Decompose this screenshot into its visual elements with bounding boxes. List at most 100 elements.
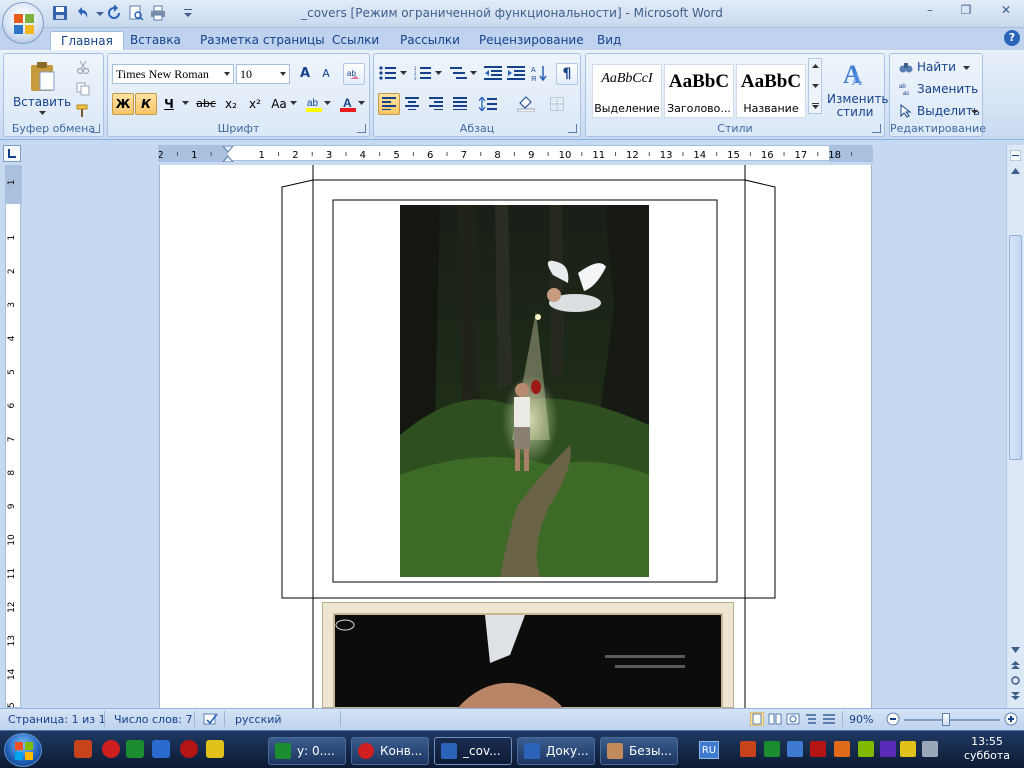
underline-dropdown-icon[interactable]	[182, 101, 189, 106]
taskbar-button-document[interactable]: Доку...	[517, 737, 595, 765]
sort-icon[interactable]: A Я	[531, 64, 549, 82]
shrink-font-button[interactable]: A	[317, 63, 335, 85]
format-painter-icon[interactable]	[76, 104, 90, 118]
next-page-icon[interactable]	[1011, 692, 1020, 700]
strikethrough-button[interactable]: abc	[194, 93, 218, 115]
media-center-icon[interactable]	[180, 740, 198, 758]
tab-view[interactable]: Вид	[587, 31, 631, 50]
styles-more-icon[interactable]	[812, 103, 819, 110]
decrease-indent-icon[interactable]	[484, 66, 502, 80]
tab-mailings[interactable]: Рассылки	[390, 31, 470, 50]
styles-scroll-down-icon[interactable]	[812, 84, 819, 89]
vertical-ruler[interactable]: 211234567891011121314151617	[5, 146, 22, 747]
bold-button[interactable]: Ж	[112, 93, 134, 115]
multilevel-list-icon[interactable]	[450, 66, 468, 80]
align-center-button[interactable]	[401, 93, 423, 115]
align-left-button[interactable]	[378, 93, 400, 115]
zoom-level[interactable]: 90%	[849, 713, 873, 726]
change-styles-button[interactable]: A A Изменить стили	[826, 56, 889, 120]
taskbar-button-covers-doc[interactable]: _cov...	[434, 737, 512, 765]
draft-view-icon[interactable]	[822, 712, 836, 726]
media-player-icon[interactable]	[152, 740, 170, 758]
highlight-button[interactable]: ab	[302, 93, 324, 115]
tray-icon[interactable]	[787, 741, 803, 757]
style-emphasis[interactable]: AaBbCcI Выделение	[592, 64, 662, 118]
ruler-toggle-icon[interactable]	[1010, 150, 1021, 161]
volume-icon[interactable]	[922, 741, 938, 757]
taskbar-button-untitled[interactable]: Безы...	[600, 737, 678, 765]
select-button[interactable]: Выделить	[894, 100, 980, 122]
start-button[interactable]	[4, 733, 42, 767]
tab-page-layout[interactable]: Разметка страницы	[190, 31, 335, 50]
select-browse-object-icon[interactable]	[1011, 676, 1020, 685]
clock[interactable]: 13:55 суббота	[952, 735, 1022, 763]
line-spacing-button[interactable]	[475, 93, 501, 115]
outline-view-icon[interactable]	[804, 712, 818, 726]
previous-page-icon[interactable]	[1011, 661, 1020, 669]
font-size-combo[interactable]: 10	[236, 64, 290, 84]
clear-formatting-button[interactable]: ab	[343, 63, 365, 85]
cut-icon[interactable]	[76, 60, 90, 74]
status-language[interactable]: русский	[235, 713, 282, 726]
close-button[interactable]: ✕	[993, 3, 1019, 21]
tray-icon[interactable]	[834, 741, 850, 757]
scroll-down-arrow-icon[interactable]	[1011, 647, 1020, 653]
change-case-button[interactable]: Aa	[268, 93, 290, 115]
font-color-button[interactable]: A	[336, 93, 358, 115]
find-button[interactable]: Найти	[894, 56, 980, 78]
game-app-icon[interactable]	[206, 740, 224, 758]
show-formatting-marks-button[interactable]: ¶	[556, 63, 578, 85]
document-area[interactable]	[22, 165, 1006, 708]
borders-button[interactable]	[546, 93, 576, 115]
font-dialog-launcher[interactable]	[357, 124, 366, 133]
scroll-up-arrow-icon[interactable]	[1011, 168, 1020, 174]
highlight-dropdown-icon[interactable]	[324, 101, 331, 106]
opera-icon[interactable]	[102, 740, 120, 758]
italic-button[interactable]: К	[135, 93, 157, 115]
clipboard-dialog-launcher[interactable]	[91, 124, 100, 133]
full-screen-reading-icon[interactable]	[768, 712, 782, 726]
bullets-icon[interactable]	[379, 66, 397, 80]
language-indicator[interactable]: RU	[699, 741, 719, 759]
tray-icon[interactable]	[900, 741, 916, 757]
quicklaunch-app-icon[interactable]	[74, 740, 92, 758]
font-color-dropdown-icon[interactable]	[358, 101, 365, 106]
taskbar-button-converter[interactable]: Конв...	[351, 737, 429, 765]
zoom-slider-thumb[interactable]	[942, 713, 950, 726]
superscript-button[interactable]: x²	[244, 93, 266, 115]
taskbar-button-utorrent[interactable]: у: 0....	[268, 737, 346, 765]
tray-icon[interactable]	[810, 741, 826, 757]
scroll-thumb[interactable]	[1009, 235, 1022, 460]
font-name-combo[interactable]: Times New Roman	[112, 64, 234, 84]
tray-icon[interactable]	[858, 741, 874, 757]
tray-icon[interactable]	[764, 741, 780, 757]
web-layout-icon[interactable]	[786, 712, 800, 726]
zoom-in-icon[interactable]	[1004, 712, 1018, 726]
paste-button[interactable]: Вставить	[10, 56, 72, 118]
zoom-slider-track[interactable]	[904, 719, 1000, 721]
tab-review[interactable]: Рецензирование	[469, 31, 594, 50]
vertical-scrollbar[interactable]	[1006, 145, 1024, 708]
style-title[interactable]: AaBbC Название	[736, 64, 806, 118]
status-words[interactable]: Число слов: 7	[114, 713, 193, 726]
change-case-dropdown-icon[interactable]	[290, 101, 297, 106]
tray-icon[interactable]	[740, 741, 756, 757]
tray-icon[interactable]	[880, 741, 896, 757]
align-right-button[interactable]	[425, 93, 447, 115]
increase-indent-icon[interactable]	[507, 66, 525, 80]
styles-dialog-launcher[interactable]	[872, 124, 881, 133]
styles-scroll[interactable]	[808, 58, 822, 114]
underline-button[interactable]: Ч	[159, 93, 179, 115]
document-page[interactable]	[159, 165, 872, 708]
numbering-icon[interactable]: 1 2 3	[414, 66, 432, 80]
print-layout-view-icon[interactable]	[750, 712, 764, 726]
restore-button[interactable]: ❐	[953, 3, 979, 21]
paragraph-dialog-launcher[interactable]	[568, 124, 577, 133]
copy-icon[interactable]	[76, 82, 90, 96]
utorrent-icon[interactable]	[126, 740, 144, 758]
subscript-button[interactable]: x₂	[220, 93, 242, 115]
replace-button[interactable]: ab ac Заменить	[894, 78, 980, 100]
proofing-icon[interactable]	[203, 712, 219, 726]
style-heading[interactable]: AaBbC Заголово...	[664, 64, 734, 118]
tab-references[interactable]: Ссылки	[322, 31, 389, 50]
